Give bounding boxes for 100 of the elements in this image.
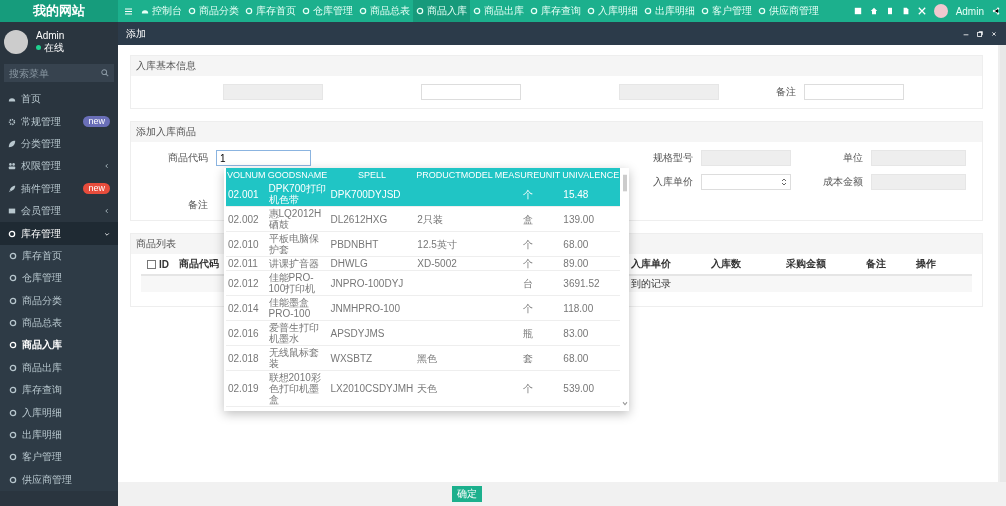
sidebar-subitem[interactable]: 商品总表 [0, 311, 118, 335]
input-field[interactable]: 1 [216, 150, 311, 166]
sidebar-item[interactable]: 插件管理 new [0, 177, 118, 200]
table-cell[interactable]: 佳能墨盒PRO-100 [266, 296, 329, 321]
table-cell[interactable]: 平板电脑保护套 [266, 232, 329, 257]
nav-tab[interactable]: 商品分类 [185, 0, 242, 22]
sidebar-subitem[interactable]: 商品分类 [0, 289, 118, 312]
table-cell[interactable]: 惠LQ2012H硒鼓 [266, 207, 329, 232]
nav-tab[interactable]: 商品入库 [413, 0, 470, 22]
table-cell[interactable]: 盒 [493, 207, 562, 232]
table-cell[interactable]: 个 [493, 257, 562, 271]
input-field[interactable] [804, 84, 904, 100]
table-cell[interactable]: 83.00 [561, 321, 621, 346]
sidebar-item[interactable]: 分类管理 [0, 132, 118, 156]
table-cell[interactable]: DHWLG [328, 257, 416, 271]
document-icon[interactable] [901, 7, 910, 15]
nav-tab[interactable]: 库存查询 [527, 0, 584, 22]
table-cell[interactable]: PBDNBHT [328, 232, 416, 257]
nav-tab[interactable]: 商品总表 [356, 0, 413, 22]
input-field[interactable] [223, 84, 323, 100]
restore-icon[interactable] [976, 29, 984, 38]
table-cell[interactable]: 139.00 [561, 207, 621, 232]
table-cell[interactable]: 3691.52 [561, 271, 621, 296]
confirm-button[interactable]: 确定 [452, 486, 482, 502]
sidebar-subitem[interactable]: 商品入库 [0, 334, 118, 357]
sidebar-subitem[interactable]: 库存查询 [0, 379, 118, 402]
search-field[interactable]: 搜索菜单 [4, 64, 114, 82]
table-cell[interactable]: 68.00 [561, 232, 621, 257]
sidebar-subitem[interactable]: 客户管理 [0, 446, 118, 469]
input-field[interactable] [421, 84, 521, 100]
table-cell[interactable]: 539.00 [561, 371, 621, 407]
table-cell[interactable]: 联想2010彩色打印机墨盒 [266, 371, 329, 407]
nav-tab[interactable]: 仓库管理 [299, 0, 356, 22]
table-cell[interactable]: 02.016 [226, 321, 267, 346]
close-icon[interactable] [990, 29, 998, 38]
sidebar-subitem[interactable]: 入库明细 [0, 401, 118, 424]
table-cell[interactable]: 爱普生打印机墨水 [266, 321, 329, 346]
table-cell[interactable]: XD-5002 [415, 257, 494, 271]
sidebar-item[interactable]: 常规管理 new [0, 110, 118, 133]
sidebar-subitem[interactable]: 仓库管理 [0, 267, 118, 290]
table-cell[interactable]: DL2612HXG [328, 207, 416, 232]
table-cell[interactable]: 瓶 [493, 321, 562, 346]
checkbox[interactable] [147, 259, 156, 269]
table-cell[interactable]: 讲课扩音器 [266, 257, 329, 271]
table-cell[interactable]: LX2010CSDYJMH [328, 371, 416, 407]
nav-tab[interactable]: 供应商管理 [755, 0, 822, 22]
input-field[interactable] [871, 174, 966, 190]
new-badge: new [83, 116, 110, 128]
table-cell[interactable]: 02.010 [226, 232, 267, 257]
table-cell[interactable]: 02.019 [226, 371, 267, 407]
table-cell[interactable]: JNPRO-100DYJ [328, 271, 416, 296]
sidebar-item[interactable]: 首页 [0, 88, 118, 111]
sidebar-item[interactable]: 权限管理 [0, 155, 118, 178]
nav-tab[interactable]: 库存首页 [242, 0, 299, 22]
sidebar-subitem[interactable]: 商品出库 [0, 356, 118, 380]
table-cell[interactable]: 02.014 [226, 296, 267, 321]
input-field[interactable] [619, 84, 719, 100]
table-cell[interactable]: 02.002 [226, 207, 267, 232]
table-cell[interactable]: 黑色 [415, 346, 494, 371]
table-cell[interactable]: 个 [493, 232, 562, 257]
user-name[interactable]: Admin [955, 5, 984, 17]
table-cell[interactable]: 个 [493, 296, 562, 321]
table-cell[interactable]: 89.00 [561, 257, 621, 271]
grid-icon[interactable] [853, 7, 862, 15]
table-cell[interactable]: 02.011 [226, 257, 267, 271]
nav-tab[interactable]: 出库明细 [641, 0, 698, 22]
input-field[interactable] [701, 150, 791, 166]
sidebar-item[interactable]: 库存管理 [0, 222, 118, 245]
sidebar-subitem[interactable]: 出库明细 [0, 423, 118, 447]
number-field[interactable] [701, 174, 791, 190]
table-cell[interactable]: 台 [493, 271, 562, 296]
nav-tab[interactable]: 入库明细 [584, 0, 641, 22]
table-cell[interactable]: 套 [493, 346, 562, 371]
nav-tab[interactable]: 客户管理 [698, 0, 755, 22]
nav-tab[interactable]: 控制台 [138, 0, 185, 22]
home-icon[interactable] [869, 7, 878, 15]
sidebar-subitem[interactable]: 供应商管理 [0, 468, 118, 492]
table-cell[interactable]: 68.00 [561, 346, 621, 371]
share-icon[interactable] [992, 7, 1000, 15]
table-cell[interactable]: APSDYJMS [328, 321, 416, 346]
dialog-title: 添加 [126, 26, 146, 41]
table-cell[interactable]: JNMHPRO-100 [328, 296, 416, 321]
spinner-icon[interactable] [781, 178, 787, 186]
dashboard-icon [141, 7, 149, 15]
table-cell[interactable]: 个 [493, 371, 562, 407]
input-field[interactable] [871, 150, 966, 166]
table-cell[interactable]: 2只装 [415, 207, 494, 232]
table-cell[interactable]: 无线鼠标套装 [266, 346, 329, 371]
site-logo[interactable]: 我的网站 [0, 0, 118, 22]
sidebar-subitem[interactable]: 库存首页 [0, 244, 118, 268]
table-cell[interactable]: 02.018 [226, 346, 267, 371]
table-cell[interactable]: 02.012 [226, 271, 267, 296]
table-cell[interactable]: WXSBTZ [328, 346, 416, 371]
table-cell[interactable]: 118.00 [561, 296, 621, 321]
table-cell[interactable]: 天色 [415, 371, 494, 407]
nav-tab[interactable]: 商品出库 [470, 0, 527, 22]
sidebar-item[interactable]: 会员管理 [0, 199, 118, 223]
table-cell[interactable]: 12.5英寸 [415, 232, 494, 257]
table-cell[interactable]: 佳能PRO-100打印机 [266, 271, 329, 296]
user-avatar[interactable] [933, 4, 948, 18]
